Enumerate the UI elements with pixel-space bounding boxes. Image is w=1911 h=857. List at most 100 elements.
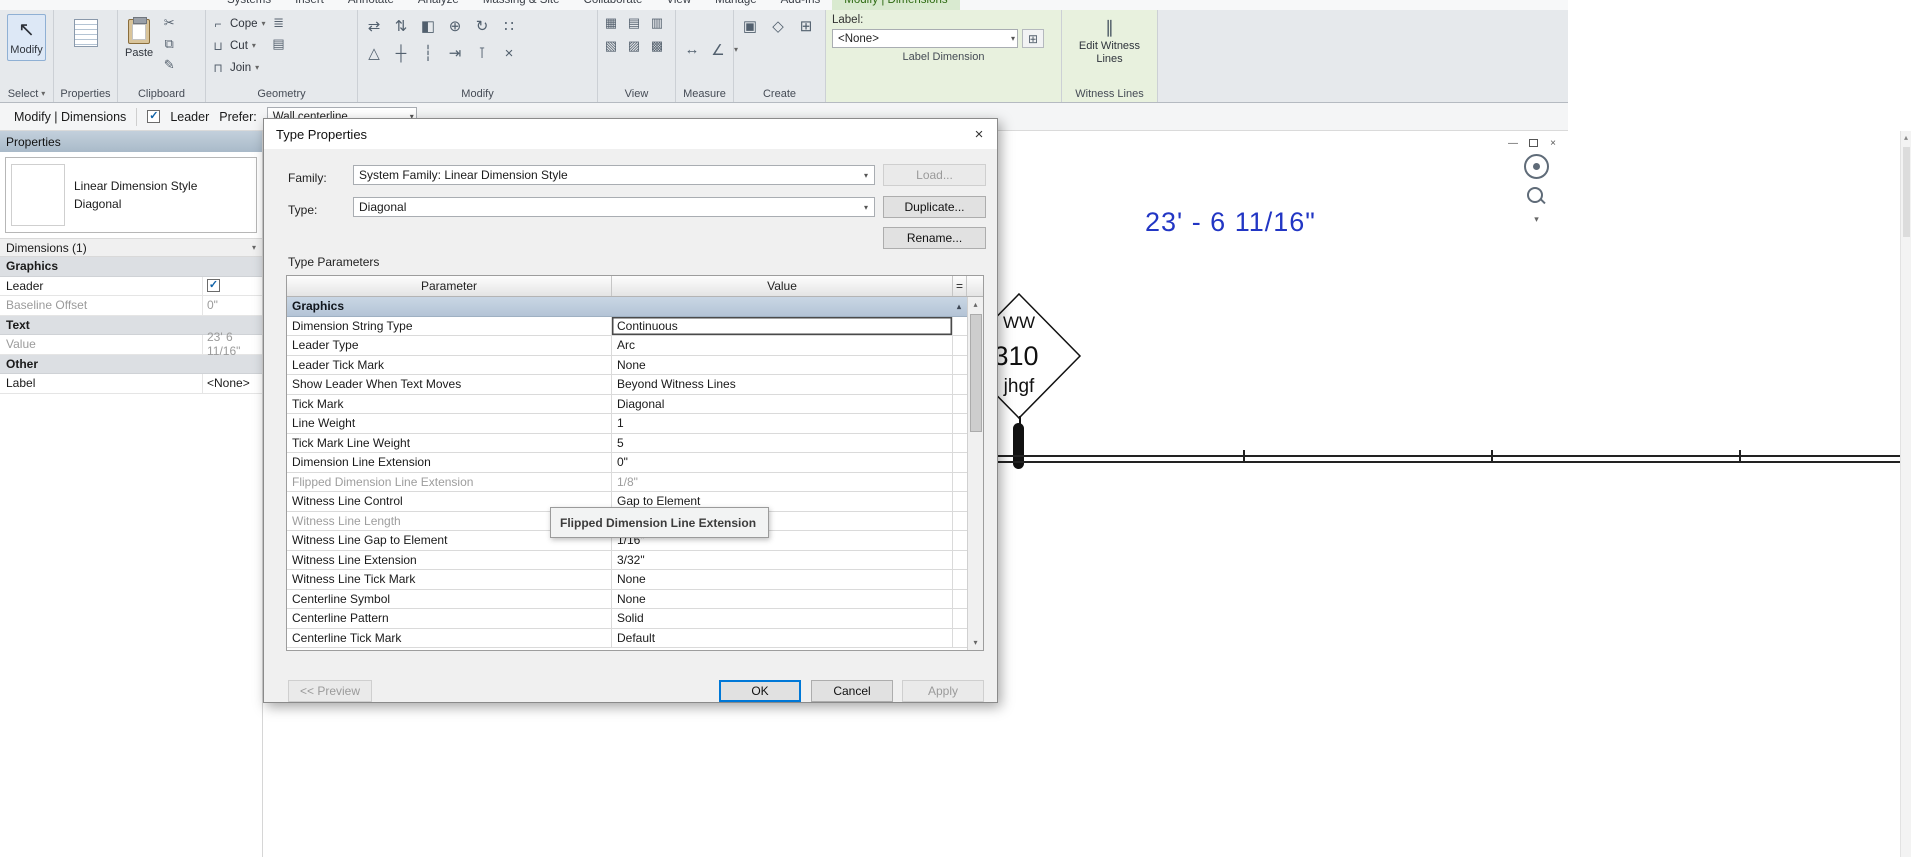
minimize-icon[interactable]: — — [1506, 137, 1520, 149]
dimension-value-text[interactable]: 23' - 6 11/16" — [1145, 207, 1316, 238]
steering-wheel-icon[interactable] — [1524, 154, 1549, 179]
parameter-value[interactable]: None — [612, 356, 953, 375]
cope-button[interactable]: ⌐Cope▾ — [210, 14, 266, 33]
apply-button[interactable]: Apply — [902, 680, 984, 702]
ribbon-tab-massing-site[interactable]: Massing & Site — [471, 0, 572, 10]
parameter-value[interactable]: 5 — [612, 434, 953, 453]
extend-icon[interactable]: ⇥ — [443, 41, 467, 65]
property-group-graphics[interactable]: Graphics — [0, 257, 262, 277]
ribbon-tab-modify-dimensions[interactable]: Modify | Dimensions — [832, 0, 959, 10]
rename-button[interactable]: Rename... — [883, 227, 986, 249]
cut-profile-icon[interactable]: ▤ — [625, 14, 643, 32]
delete-icon[interactable]: × — [497, 41, 521, 65]
modify-button[interactable]: ↖ Modify — [7, 14, 45, 61]
properties-button[interactable] — [71, 14, 101, 52]
scroll-down-icon[interactable]: ▾ — [973, 635, 977, 650]
dialog-title-bar[interactable]: Type Properties × — [264, 119, 997, 149]
dimension-label-combo[interactable]: <None> ▾ — [832, 29, 1018, 48]
split-icon[interactable]: ┆ — [416, 41, 440, 65]
wall-line-upper[interactable] — [990, 455, 1902, 457]
join-button[interactable]: ⊓Join▾ — [210, 58, 266, 77]
properties-palette-header[interactable]: Properties — [0, 131, 262, 152]
ribbon-tab-collaborate[interactable]: Collaborate — [572, 0, 655, 10]
leader-option-checkbox[interactable]: ✓ — [147, 110, 160, 123]
canvas-scrollbar[interactable]: ▴ — [1900, 131, 1911, 857]
wall-line-lower[interactable] — [990, 461, 1902, 463]
zoom-icon[interactable] — [1525, 185, 1548, 208]
chevron-down-icon[interactable]: ▾ — [1534, 214, 1539, 225]
duplicate-button[interactable]: Duplicate... — [883, 196, 986, 218]
override-graphics-icon[interactable]: ▥ — [648, 14, 666, 32]
parameter-value[interactable]: 3/32" — [612, 551, 953, 570]
scrollbar-thumb[interactable] — [1903, 147, 1910, 237]
split-face-icon[interactable]: ▤ — [270, 35, 288, 53]
property-value[interactable]: <None> — [203, 374, 262, 393]
family-combo[interactable]: System Family: Linear Dimension Style ▾ — [353, 165, 875, 185]
parameter-value[interactable]: Beyond Witness Lines — [612, 375, 953, 394]
selection-filter-combo[interactable]: Dimensions (1) ▾ — [0, 238, 262, 257]
parameter-value[interactable]: 1 — [612, 414, 953, 433]
assign-column-header[interactable]: = — [953, 276, 967, 296]
property-value[interactable]: 0" — [203, 296, 262, 315]
array-icon[interactable]: ∷ — [497, 14, 521, 38]
value-column-header[interactable]: Value — [612, 276, 953, 296]
trim-icon[interactable]: ┼ — [389, 41, 413, 65]
ribbon-tab-insert[interactable]: Insert — [283, 0, 336, 10]
scroll-up-icon[interactable]: ▴ — [973, 297, 977, 312]
parameter-column-header[interactable]: Parameter — [287, 276, 612, 296]
create-assembly-icon[interactable]: ⊞ — [794, 14, 818, 38]
measure-icon[interactable]: ↔ — [680, 38, 704, 62]
table-scrollbar[interactable]: ▴ ▾ — [967, 297, 983, 650]
align-icon[interactable]: ⇄ — [362, 14, 386, 38]
isolate-icon[interactable]: ▨ — [625, 37, 643, 55]
property-value[interactable]: ✓ — [203, 277, 262, 296]
rotate-icon[interactable]: ↻ — [470, 14, 494, 38]
create-group-icon[interactable]: ▣ — [738, 14, 762, 38]
parameter-value[interactable]: Diagonal — [612, 395, 953, 414]
scroll-up-icon[interactable]: ▴ — [1904, 131, 1908, 145]
type-selector[interactable]: Linear Dimension Style Diagonal — [5, 157, 257, 233]
offset-icon[interactable]: ⇅ — [389, 14, 413, 38]
cut-geometry-button[interactable]: ⊔Cut▾ — [210, 36, 266, 55]
cancel-button[interactable]: Cancel — [811, 680, 893, 702]
cut-icon[interactable]: ✂ — [160, 14, 178, 32]
paint-icon[interactable]: ≣ — [270, 14, 288, 32]
parameter-value[interactable]: None — [612, 570, 953, 589]
ribbon-tab-analyze[interactable]: Analyze — [406, 0, 471, 10]
displace-elements-icon[interactable]: ▩ — [648, 37, 666, 55]
parameter-value[interactable]: None — [612, 590, 953, 609]
preview-button[interactable]: << Preview — [288, 680, 372, 702]
parameter-value[interactable]: Solid — [612, 609, 953, 628]
mirror-icon[interactable]: ◧ — [416, 14, 440, 38]
angle-icon[interactable]: ∠ — [706, 38, 730, 62]
dimension-label-options-icon[interactable]: ⊞ — [1022, 29, 1044, 48]
paste-button[interactable]: Paste — [122, 14, 156, 64]
parameter-value[interactable]: 1/8" — [612, 473, 953, 492]
ok-button[interactable]: OK — [719, 680, 801, 702]
linework-icon[interactable]: ▦ — [602, 14, 620, 32]
create-similar-icon[interactable]: ◇ — [766, 14, 790, 38]
property-value[interactable]: 23' 6 11/16" — [203, 335, 262, 354]
panel-label-select[interactable]: Select ▾ — [0, 85, 53, 102]
scale-icon[interactable]: △ — [362, 41, 386, 65]
edit-witness-lines-button[interactable]: ∥ Edit Witness Lines — [1071, 14, 1149, 66]
move-icon[interactable]: ⊕ — [443, 14, 467, 38]
parameter-value[interactable]: Default — [612, 629, 953, 648]
parameter-value[interactable]: 0" — [612, 453, 953, 472]
restore-icon[interactable] — [1526, 137, 1540, 149]
hide-in-view-icon[interactable]: ▧ — [602, 37, 620, 55]
scrollbar-thumb[interactable] — [970, 314, 982, 432]
ribbon-tab-view[interactable]: View — [654, 0, 703, 10]
parameter-group-graphics[interactable]: Graphics▴ — [287, 297, 967, 317]
type-combo[interactable]: Diagonal ▾ — [353, 197, 875, 217]
copy-icon[interactable]: ⧉ — [160, 35, 178, 53]
dialog-close-icon[interactable]: × — [961, 119, 997, 149]
collapse-group-icon[interactable]: ▴ — [957, 302, 961, 311]
parameter-value[interactable]: Continuous — [612, 317, 953, 336]
parameter-value[interactable]: Arc — [612, 336, 953, 355]
ribbon-tab-annotate[interactable]: Annotate — [336, 0, 406, 10]
match-type-icon[interactable]: ✎ — [160, 56, 178, 74]
load-button[interactable]: Load... — [883, 164, 986, 186]
ribbon-tab-add-ins[interactable]: Add-Ins — [769, 0, 833, 10]
ribbon-tab-systems[interactable]: Systems — [215, 0, 283, 10]
